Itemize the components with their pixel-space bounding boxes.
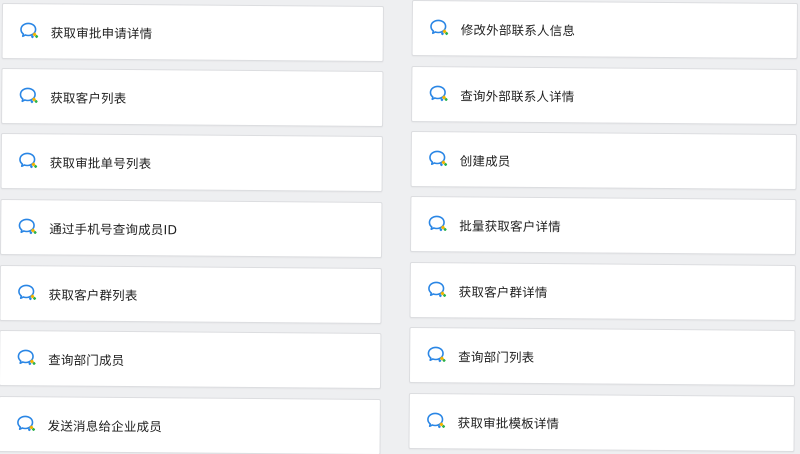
action-card[interactable]: 查询部门成员 <box>0 329 382 389</box>
wecom-chat-bubble-icon <box>427 214 449 234</box>
wecom-chat-bubble-icon <box>426 345 448 365</box>
action-label: 获取客户群详情 <box>458 283 548 300</box>
wecom-chat-bubble-icon <box>17 217 39 237</box>
action-card[interactable]: 创建成员 <box>410 130 797 191</box>
action-card[interactable]: 查询外部联系人详情 <box>411 65 798 126</box>
wecom-chat-bubble-icon <box>19 21 41 41</box>
action-label: 查询部门成员 <box>48 351 125 368</box>
action-card[interactable]: 获取客户列表 <box>1 67 384 127</box>
action-card[interactable]: 获取审批模板详情 <box>408 392 795 453</box>
wecom-chat-bubble-icon <box>429 18 451 38</box>
action-card[interactable]: 通过手机号查询成员ID <box>0 198 383 258</box>
action-card[interactable]: 查询部门列表 <box>408 326 796 387</box>
action-label: 查询部门列表 <box>458 348 535 365</box>
action-label: 创建成员 <box>459 152 511 169</box>
wecom-chat-bubble-icon <box>427 280 449 300</box>
wecom-chat-bubble-icon <box>16 414 38 434</box>
right-action-column: 修改外部联系人信息 查询外部联系人详情 创建成员 批量获取客户详情 获取客户群详… <box>408 0 798 453</box>
action-card[interactable]: 获取审批单号列表 <box>0 132 383 192</box>
wecom-chat-bubble-icon <box>18 151 40 171</box>
action-label: 发送消息给企业成员 <box>47 417 163 434</box>
action-label: 获取客户群列表 <box>48 286 138 303</box>
action-card[interactable]: 发送消息给企业成员 <box>0 395 381 454</box>
action-list-panel: 获取审批申请详情 获取客户列表 获取审批单号列表 通过手机号查询成员ID 获取客… <box>0 0 800 454</box>
action-card[interactable]: 获取客户群详情 <box>409 261 796 322</box>
action-card[interactable]: 批量获取客户详情 <box>410 195 797 256</box>
action-label: 通过手机号查询成员ID <box>49 220 178 237</box>
action-card[interactable]: 修改外部联系人信息 <box>411 0 798 60</box>
action-label: 查询外部联系人详情 <box>460 87 575 104</box>
action-label: 获取审批申请详情 <box>50 24 153 41</box>
wecom-chat-bubble-icon <box>18 86 40 106</box>
action-label: 获取审批模板详情 <box>457 414 560 431</box>
wecom-chat-bubble-icon <box>16 348 38 368</box>
wecom-chat-bubble-icon <box>426 411 448 431</box>
action-card[interactable]: 获取客户群列表 <box>0 264 382 324</box>
action-label: 批量获取客户详情 <box>459 217 561 234</box>
wecom-chat-bubble-icon <box>17 283 39 303</box>
wecom-chat-bubble-icon <box>428 149 450 169</box>
left-action-column: 获取审批申请详情 获取客户列表 获取审批单号列表 通过手机号查询成员ID 获取客… <box>0 3 386 454</box>
action-label: 获取客户列表 <box>50 89 127 106</box>
wecom-chat-bubble-icon <box>428 84 450 104</box>
action-card[interactable]: 获取审批申请详情 <box>1 3 384 62</box>
action-label: 获取审批单号列表 <box>49 154 152 171</box>
action-label: 修改外部联系人信息 <box>460 21 576 38</box>
